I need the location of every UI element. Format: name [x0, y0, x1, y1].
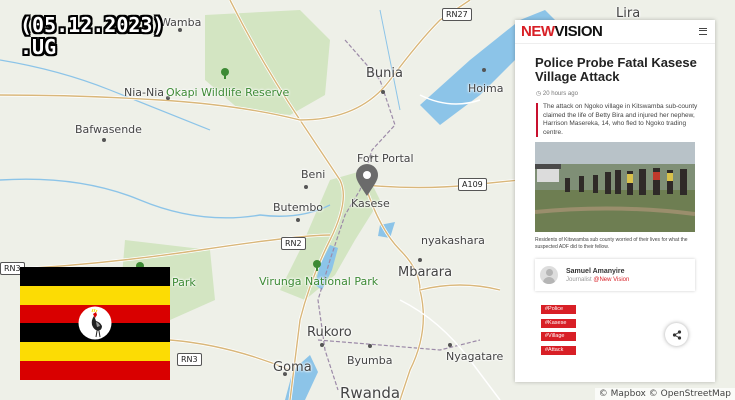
place-label: Butembo — [273, 201, 324, 214]
date-text: (05.12.2023) — [20, 13, 165, 37]
tag-police[interactable]: #Police — [541, 305, 576, 314]
place-label: Beni — [301, 168, 326, 181]
place-label: Rwanda — [340, 384, 401, 400]
date-overlay: (05.12.2023) .UG — [20, 14, 165, 58]
park-label: Virunga National Park — [259, 275, 379, 288]
park-label: Park — [172, 276, 196, 289]
article-timestamp: 20 hours ago — [515, 84, 715, 97]
place-label: Wamba — [160, 16, 202, 29]
author-name[interactable]: Samuel Amanyire — [566, 268, 629, 275]
author-box[interactable]: Samuel Amanyire Journalist @New Vision — [535, 259, 695, 291]
tag-village[interactable]: #Village — [541, 332, 576, 341]
uganda-flag — [20, 267, 170, 380]
author-role: Journalist @New Vision — [566, 276, 630, 283]
place-label: Hoima — [468, 82, 504, 95]
tag-list: #Police #Kasese #Village #Attack — [541, 305, 715, 355]
share-button[interactable] — [665, 323, 688, 346]
article-header: NEWVISION — [515, 20, 715, 44]
tag-attack[interactable]: #Attack — [541, 345, 576, 355]
road-shield: RN3 — [177, 353, 202, 366]
place-label: Bafwasende — [75, 123, 142, 136]
article-lead: The attack on Ngoko village in Kitswamba… — [536, 103, 705, 137]
place-label: Fort Portal — [357, 152, 414, 165]
road-shield: RN2 — [281, 237, 306, 250]
article-headline[interactable]: Police Probe Fatal Kasese Village Attack — [515, 44, 715, 84]
place-label: Kasese — [351, 197, 390, 210]
road-shield: A109 — [458, 178, 487, 191]
road-shield: RN27 — [442, 8, 472, 21]
place-label: Byumba — [347, 354, 393, 367]
place-label: Goma — [273, 360, 312, 375]
new-vision-logo[interactable]: NEWVISION — [521, 23, 603, 40]
tag-kasese[interactable]: #Kasese — [541, 318, 576, 328]
place-label: Rukoro — [307, 325, 352, 340]
avatar — [540, 266, 558, 284]
country-code: .UG — [20, 35, 57, 59]
crested-crane-icon — [78, 306, 112, 340]
park-label: Okapi Wildlife Reserve — [166, 86, 290, 99]
article-photo[interactable] — [535, 142, 695, 232]
map-attribution[interactable]: © Mapbox © OpenStreetMap — [594, 388, 735, 400]
place-label: nyakashara — [421, 234, 485, 247]
hamburger-menu-icon[interactable] — [699, 28, 707, 35]
place-label: Mbarara — [398, 265, 453, 280]
place-label: Nyagatare — [446, 350, 504, 363]
share-icon — [672, 329, 681, 340]
place-label: Nia-Nia — [124, 86, 165, 99]
place-label: Bunia — [366, 66, 403, 81]
photo-caption: Residents of Kitswamba sub county worrie… — [535, 237, 688, 250]
place-label: Lira — [616, 6, 641, 21]
